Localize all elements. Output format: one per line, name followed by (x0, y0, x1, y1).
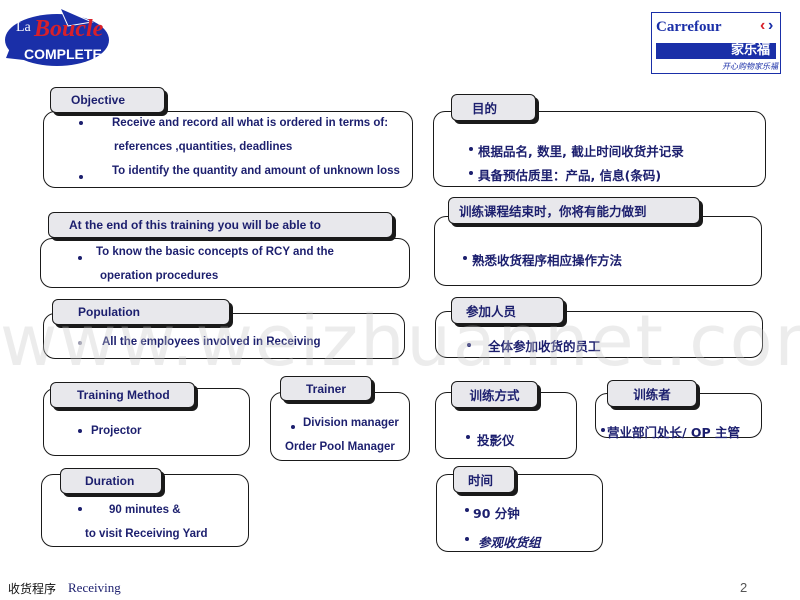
page-number: 2 (740, 580, 748, 595)
objective-tab: Objective (50, 87, 165, 113)
population-cn-item: 全体参加收货的员工 (488, 339, 601, 354)
logo-la: La (16, 20, 31, 35)
outcome-title: At the end of this training you will be … (69, 218, 322, 232)
bullet (469, 171, 473, 175)
logo-boucle: Boucle (34, 16, 104, 42)
duration-cn-item: 90 分钟 (473, 506, 520, 521)
carrefour-slogan: 开心购物家乐福 (722, 62, 778, 71)
trainer-cn-tab: 训练者 (607, 380, 697, 407)
outcome-cn-tab: 训练课程结束时，你将有能力做到 (448, 197, 700, 224)
logo-complete: COMPLETE (24, 46, 102, 62)
bullet (465, 537, 469, 541)
method-cn-item: 投影仪 (477, 433, 515, 448)
objective-item: Receive and record all what is ordered i… (112, 117, 389, 129)
population-cn-tab: 参加人员 (451, 297, 564, 324)
la-boucle-logo: La Boucle COMPLETE (2, 4, 116, 68)
objective-title: Objective (71, 93, 126, 107)
trainer-item: Order Pool Manager (285, 441, 395, 453)
duration-item: 90 minutes & (109, 504, 181, 516)
bullet (291, 425, 295, 429)
outcome-item: operation procedures (100, 270, 219, 282)
method-cn-tab: 训练方式 (451, 381, 538, 408)
bullet (78, 341, 82, 345)
carrefour-logo: Carrefour ‹ › 家乐福 开心购物家乐福 (651, 12, 781, 74)
carrefour-c-icon: ‹ (760, 17, 766, 34)
bullet (79, 121, 83, 125)
outcome-item: To know the basic concepts of RCY and th… (96, 246, 334, 258)
bullet (601, 428, 605, 432)
carrefour-brand: Carrefour (656, 19, 722, 35)
trainer-cn-title: 训练者 (633, 387, 671, 402)
duration-item: to visit Receiving Yard (85, 528, 208, 540)
population-tab: Population (52, 299, 230, 325)
duration-title: Duration (85, 474, 135, 488)
duration-tab: Duration (60, 468, 162, 494)
bullet (465, 508, 469, 512)
duration-cn-tab: 时间 (453, 466, 515, 493)
carrefour-c-icon-blue: › (768, 17, 774, 34)
bullet (469, 147, 473, 151)
objective-cn-item: 具备预估质里：产品, 信息(条码) (478, 168, 662, 183)
bullet (78, 429, 82, 433)
population-cn-title: 参加人员 (466, 304, 517, 319)
population-title: Population (78, 305, 140, 319)
method-cn-title: 训练方式 (469, 388, 520, 403)
trainer-cn-item: 营业部门处长/ OP 主管 (607, 425, 741, 440)
population-item: All the employees involved in Receiving (102, 336, 321, 348)
duration-cn-item: 参观收货组 (478, 535, 541, 550)
objective-cn-title: 目的 (472, 101, 498, 116)
objective-cn-item: 根据品名, 数里, 截止时间收货并记录 (478, 144, 684, 159)
footer-label-en: Receiving (68, 580, 121, 595)
bullet (79, 175, 83, 179)
objective-cn-tab: 目的 (451, 94, 536, 121)
method-tab: Training Method (50, 382, 195, 408)
bullet (463, 256, 467, 260)
outcome-tab: At the end of this training you will be … (48, 212, 393, 238)
carrefour-chinese-bar: 家乐福 (656, 43, 776, 59)
bullet (78, 507, 82, 511)
carrefour-chinese: 家乐福 (730, 43, 770, 58)
objective-item: references ,quantities, deadlines (114, 141, 293, 153)
bullet (78, 256, 82, 260)
trainer-title: Trainer (305, 381, 347, 396)
method-title: Training Method (77, 388, 170, 402)
bullet (467, 343, 471, 347)
bullet (466, 435, 470, 439)
duration-cn-title: 时间 (468, 473, 494, 488)
footer-label-cn: 收货程序 (8, 582, 57, 596)
outcome-cn-item: 熟悉收货程序相应操作方法 (472, 253, 623, 268)
outcome-cn-title: 训练课程结束时，你将有能力做到 (459, 204, 647, 219)
objective-item: To identify the quantity and amount of u… (112, 165, 400, 177)
method-item: Projector (91, 425, 142, 437)
trainer-item: Division manager (303, 417, 399, 429)
trainer-tab: Trainer (280, 376, 372, 401)
